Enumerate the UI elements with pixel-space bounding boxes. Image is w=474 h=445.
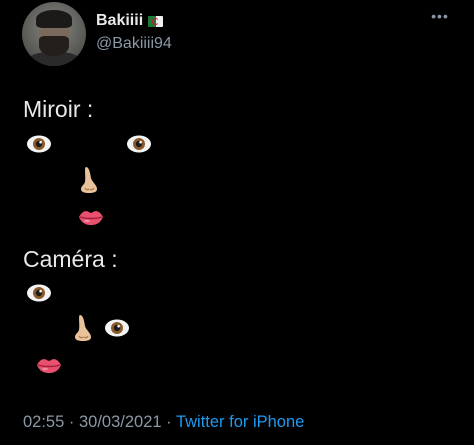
separator: · [64,413,79,431]
eye-emoji-icon [105,319,129,337]
tweet-text-miroir: Miroir : [23,96,94,122]
lips-emoji-icon [79,211,103,225]
author-display-name[interactable]: Bakiiii [96,12,143,30]
eye-emoji-icon [127,135,151,153]
lips-emoji-icon [37,359,61,373]
avatar-beard [39,36,69,56]
separator: · [161,413,176,431]
avatar-hair [36,10,72,28]
author-name-row[interactable]: Bakiiii [96,12,164,30]
tweet-time[interactable]: 02:55 [23,413,64,431]
nose-emoji-icon [75,315,91,341]
tweet-text-camera: Caméra : [23,246,118,272]
eye-emoji-icon [27,284,51,302]
tweet-source-link[interactable]: Twitter for iPhone [176,413,304,431]
nose-emoji-icon [81,167,97,193]
tweet-card: Bakiiii @Bakiiii94 ••• Miroir : Caméra : [0,0,474,445]
avatar[interactable] [22,2,86,66]
author-handle[interactable]: @Bakiiii94 [96,35,172,53]
tweet-date[interactable]: 30/03/2021 [79,413,162,431]
eye-emoji-icon [27,135,51,153]
algeria-flag-icon [148,15,164,27]
more-options-icon[interactable]: ••• [427,8,453,28]
tweet-metadata: 02:55 · 30/03/2021 · Twitter for iPhone [23,413,304,432]
